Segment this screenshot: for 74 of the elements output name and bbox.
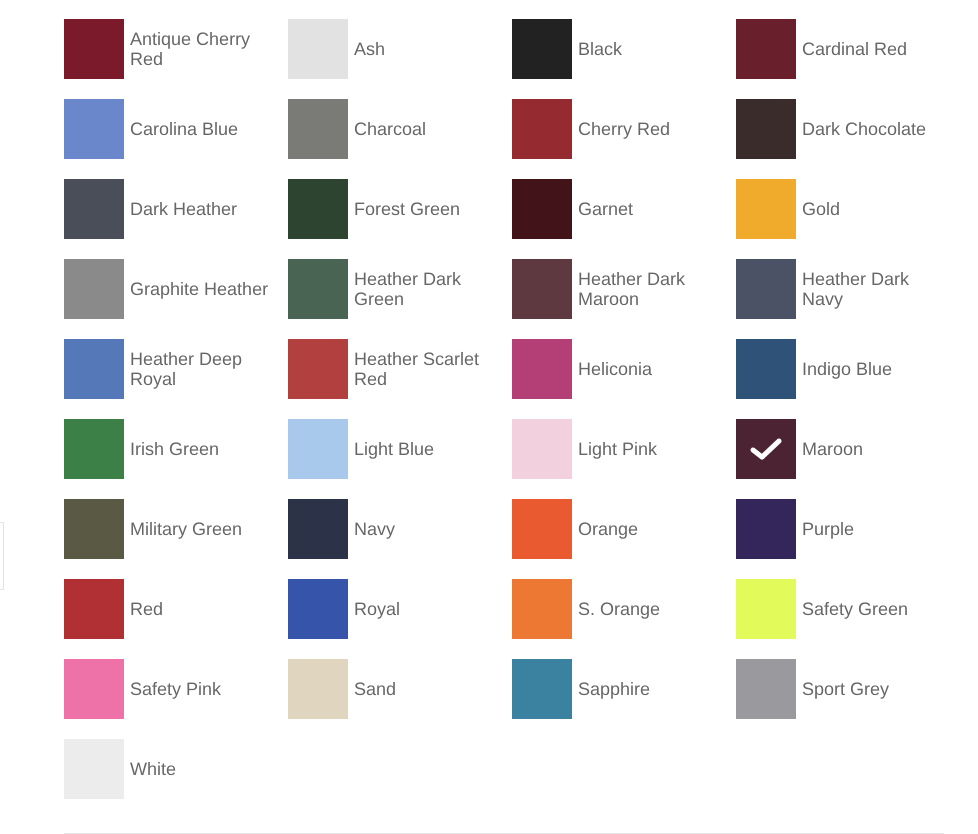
color-name: Royal (354, 599, 402, 619)
color-swatch[interactable] (64, 339, 124, 399)
color-swatch[interactable] (288, 419, 348, 479)
color-name: Heliconia (578, 359, 654, 379)
color-name: Graphite Heather (130, 279, 270, 299)
color-swatch[interactable] (64, 499, 124, 559)
color-name: Navy (354, 519, 396, 539)
color-name: Safety Green (802, 599, 910, 619)
color-swatch[interactable] (64, 259, 124, 319)
color-swatch[interactable] (64, 659, 124, 719)
checkmark-icon (749, 437, 783, 461)
color-swatch[interactable] (288, 579, 348, 639)
color-name: Heather Dark Maroon (578, 269, 686, 309)
color-swatch[interactable] (512, 419, 572, 479)
color-swatch[interactable] (288, 259, 348, 319)
color-swatch[interactable] (736, 579, 796, 639)
color-swatch[interactable] (288, 339, 348, 399)
color-swatch[interactable] (288, 659, 348, 719)
color-name: Maroon (802, 439, 864, 459)
color-name: Sand (354, 679, 398, 699)
color-swatch[interactable] (64, 99, 124, 159)
color-swatch[interactable] (288, 179, 348, 239)
color-swatch[interactable] (736, 419, 796, 479)
color-name: Charcoal (354, 119, 428, 139)
color-swatch[interactable] (512, 579, 572, 639)
color-swatch[interactable] (288, 499, 348, 559)
color-name: Heather Dark Green (354, 269, 462, 309)
color-name: Cherry Red (578, 119, 672, 139)
color-name: Orange (578, 519, 640, 539)
color-swatch[interactable] (736, 19, 796, 79)
color-swatch[interactable] (288, 99, 348, 159)
color-name: Heather Deep Royal (130, 349, 244, 389)
color-name: White (130, 759, 178, 779)
color-name: Antique Cherry Red (130, 29, 252, 69)
color-name: Gold (802, 199, 842, 219)
color-name: S. Orange (578, 599, 662, 619)
color-name: Light Pink (578, 439, 658, 459)
color-swatch[interactable] (512, 499, 572, 559)
color-swatch[interactable] (736, 339, 796, 399)
color-name: Indigo Blue (802, 359, 894, 379)
color-name: Safety Pink (130, 679, 222, 699)
color-swatch[interactable] (512, 659, 572, 719)
color-name: Garnet (578, 199, 634, 219)
color-swatch[interactable] (288, 19, 348, 79)
color-name: Carolina Blue (130, 119, 240, 139)
color-swatch[interactable] (736, 99, 796, 159)
color-name: Dark Heather (130, 199, 238, 219)
color-swatch[interactable] (512, 179, 572, 239)
color-swatch[interactable] (736, 179, 796, 239)
color-swatch[interactable] (512, 259, 572, 319)
color-name: Purple (802, 519, 856, 539)
color-name: Sport Grey (802, 679, 890, 699)
color-name: Red (130, 599, 164, 619)
color-name: Cardinal Red (802, 39, 908, 59)
color-name: Heather Scarlet Red (354, 349, 480, 389)
color-swatch[interactable] (736, 259, 796, 319)
color-swatch[interactable] (64, 419, 124, 479)
color-name: Heather Dark Navy (802, 269, 910, 309)
color-swatch[interactable] (512, 19, 572, 79)
color-swatch[interactable] (512, 339, 572, 399)
color-name: Ash (354, 39, 386, 59)
color-name: Light Blue (354, 439, 436, 459)
color-swatch[interactable] (736, 659, 796, 719)
color-name: Black (578, 39, 624, 59)
color-name: Dark Chocolate (802, 119, 928, 139)
color-swatch[interactable] (736, 499, 796, 559)
color-name: Sapphire (578, 679, 652, 699)
color-name: Military Green (130, 519, 244, 539)
color-name: Irish Green (130, 439, 220, 459)
color-swatch[interactable] (64, 579, 124, 639)
color-name: Forest Green (354, 199, 462, 219)
color-swatch[interactable] (64, 179, 124, 239)
color-swatch[interactable] (64, 19, 124, 79)
color-swatch[interactable] (512, 99, 572, 159)
